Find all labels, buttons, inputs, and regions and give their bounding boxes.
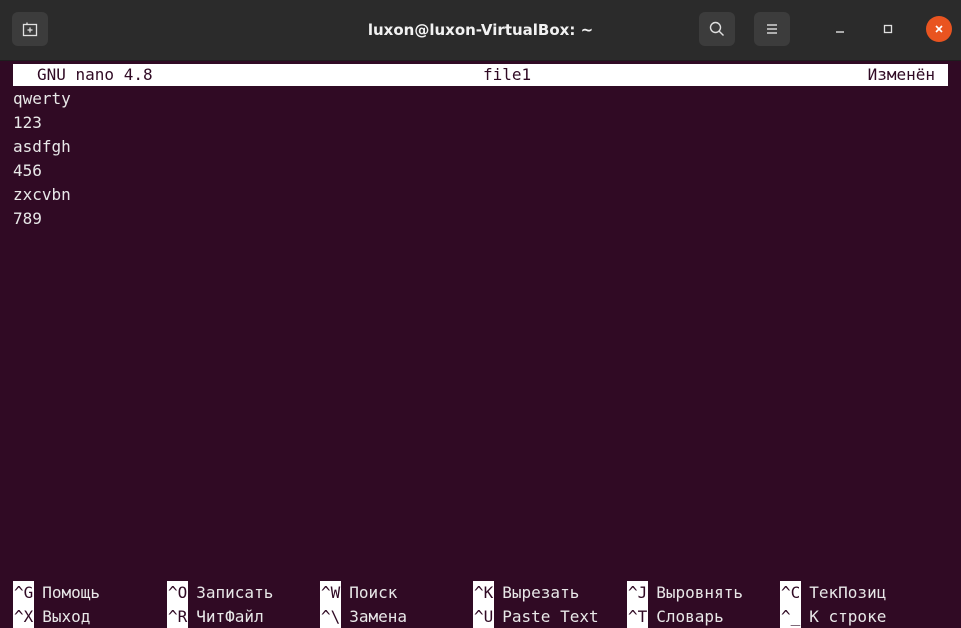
- shortcut-cur-pos: ^C ТекПозиц: [780, 581, 886, 605]
- editor-line[interactable]: 456: [13, 159, 71, 183]
- shortcut-where-is: ^W Поиск: [320, 581, 397, 605]
- window-title: luxon@luxon-VirtualBox: ~: [367, 21, 594, 39]
- nano-shortcut-bar: ^G Помощь ^O Записать ^W Поиск ^K Вырезать ^…: [13, 581, 948, 628]
- terminal-window: luxon@luxon-VirtualBox: ~ GNU nano 4.8 f…: [0, 0, 961, 628]
- shortcut-spell: ^T Словарь: [627, 605, 724, 628]
- maximize-button[interactable]: [875, 16, 901, 42]
- search-button[interactable]: [699, 12, 735, 46]
- shortcut-cut: ^K Вырезать: [473, 581, 579, 605]
- new-tab-button[interactable]: [12, 12, 48, 46]
- shortcut-key: ^R: [167, 605, 189, 628]
- shortcut-label: Поиск: [349, 583, 398, 602]
- editor-line[interactable]: 123: [13, 111, 71, 135]
- nano-version: GNU nano 4.8: [37, 65, 153, 84]
- menu-button[interactable]: [754, 12, 790, 46]
- shortcut-label: Замена: [349, 607, 408, 626]
- shortcut-exit: ^X Выход: [13, 605, 90, 628]
- nano-status-bar: GNU nano 4.8 file1 Изменён: [13, 64, 948, 86]
- shortcut-row: ^X Выход ^R ЧитФайл ^\ Замена ^U Paste Text …: [13, 605, 948, 628]
- shortcut-label: Выровнять: [656, 583, 743, 602]
- editor-buffer[interactable]: qwerty 123 asdfgh 456 zxcvbn 789: [13, 87, 71, 231]
- shortcut-key: ^W: [320, 581, 342, 605]
- shortcut-key: ^J: [627, 581, 649, 605]
- shortcut-key: ^_: [780, 605, 802, 628]
- shortcut-key: ^X: [13, 605, 35, 628]
- shortcut-replace: ^\ Замена: [320, 605, 407, 628]
- shortcut-key: ^\: [320, 605, 342, 628]
- shortcut-label: Выход: [42, 607, 91, 626]
- editor-line[interactable]: qwerty: [13, 87, 71, 111]
- new-tab-icon: [22, 22, 38, 37]
- shortcut-label: Помощь: [42, 583, 101, 602]
- shortcut-help: ^G Помощь: [13, 581, 100, 605]
- title-bar[interactable]: luxon@luxon-VirtualBox: ~: [0, 0, 961, 61]
- minimize-icon: [836, 31, 844, 33]
- shortcut-key: ^T: [627, 605, 649, 628]
- shortcut-label: К строке: [809, 607, 887, 626]
- shortcut-key: ^O: [167, 581, 189, 605]
- hamburger-menu-icon: [767, 24, 777, 34]
- shortcut-label: Записать: [196, 583, 274, 602]
- nano-filename: file1: [483, 65, 532, 84]
- editor-line[interactable]: zxcvbn: [13, 183, 71, 207]
- close-button[interactable]: [926, 16, 952, 42]
- shortcut-key: ^K: [473, 581, 495, 605]
- shortcut-key: ^G: [13, 581, 35, 605]
- shortcut-label: Paste Text: [502, 607, 599, 626]
- nano-modified-state: Изменён: [867, 65, 935, 84]
- shortcut-justify: ^J Выровнять: [627, 581, 743, 605]
- shortcut-label: ТекПозиц: [809, 583, 887, 602]
- maximize-icon: [883, 24, 893, 34]
- editor-line[interactable]: 789: [13, 207, 71, 231]
- shortcut-write-out: ^O Записать: [167, 581, 273, 605]
- close-icon: [935, 25, 943, 33]
- shortcut-paste: ^U Paste Text: [473, 605, 599, 628]
- shortcut-key: ^C: [780, 581, 802, 605]
- shortcut-label: ЧитФайл: [196, 607, 264, 626]
- editor-line[interactable]: asdfgh: [13, 135, 71, 159]
- shortcut-label: Вырезать: [502, 583, 580, 602]
- shortcut-read-file: ^R ЧитФайл: [167, 605, 264, 628]
- terminal-area[interactable]: GNU nano 4.8 file1 Изменён qwerty 123 as…: [0, 61, 961, 628]
- search-icon: [709, 21, 724, 36]
- shortcut-label: Словарь: [656, 607, 724, 626]
- minimize-button[interactable]: [827, 16, 853, 42]
- shortcut-row: ^G Помощь ^O Записать ^W Поиск ^K Вырезать ^…: [13, 581, 948, 605]
- shortcut-go-to-line: ^_ К строке: [780, 605, 886, 628]
- shortcut-key: ^U: [473, 605, 495, 628]
